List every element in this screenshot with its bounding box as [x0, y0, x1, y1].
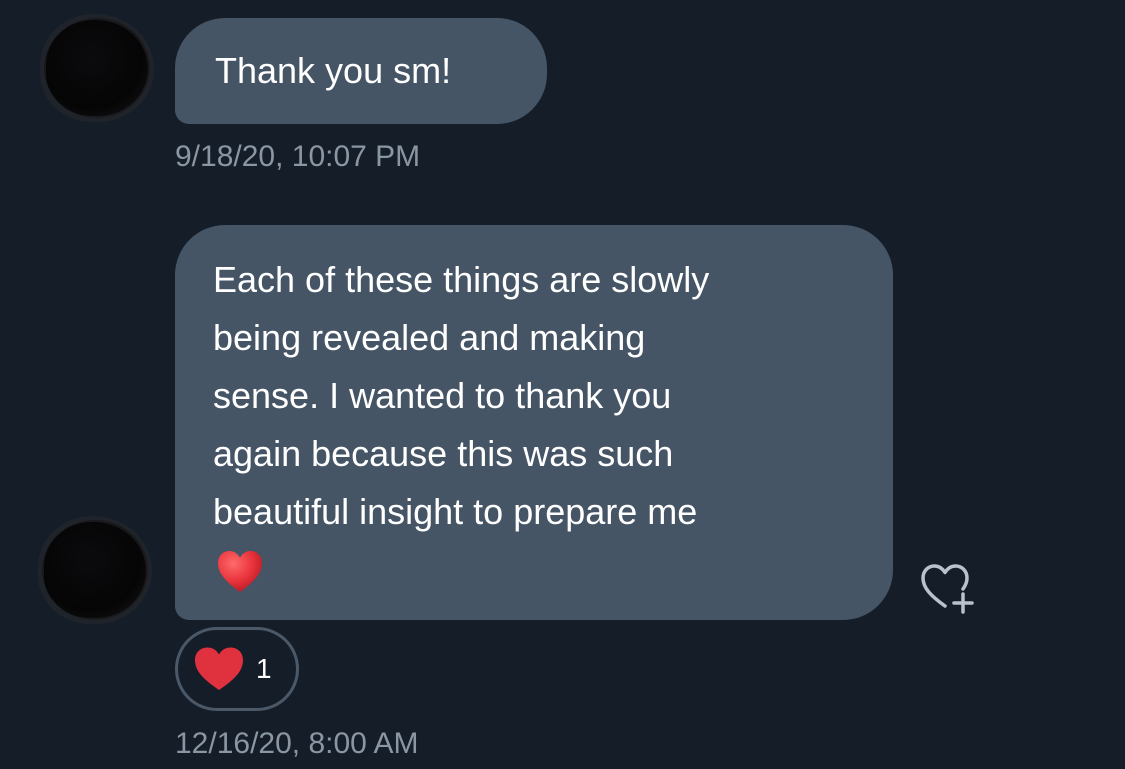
heart-reaction-icon	[195, 647, 243, 690]
message-timestamp: 9/18/20, 10:07 PM	[175, 140, 421, 173]
message-text-line: Each of these things are slowly	[213, 259, 710, 300]
message-text: Thank you sm!	[215, 50, 452, 91]
avatar[interactable]	[40, 14, 154, 122]
message-bubble[interactable]: Thank you sm!	[175, 18, 547, 124]
avatar[interactable]	[38, 516, 152, 624]
message-bubble[interactable]: Each of these things are slowly being re…	[175, 225, 893, 620]
message-text-line: being revealed and making	[213, 317, 646, 358]
reaction-count: 1	[256, 653, 272, 684]
message-timestamp: 12/16/20, 8:00 AM	[175, 727, 419, 760]
reaction-badge[interactable]: 1	[175, 627, 299, 711]
message-thread: Thank you sm! 9/18/20, 10:07 PM Each of …	[0, 0, 1125, 769]
add-reaction-icon[interactable]	[915, 556, 979, 616]
message-text-line: sense. I wanted to thank you	[213, 375, 672, 416]
message-text-line: again because this was such	[213, 433, 674, 474]
red-heart-icon	[218, 551, 262, 592]
message-text-line: beautiful insight to prepare me	[213, 491, 698, 532]
